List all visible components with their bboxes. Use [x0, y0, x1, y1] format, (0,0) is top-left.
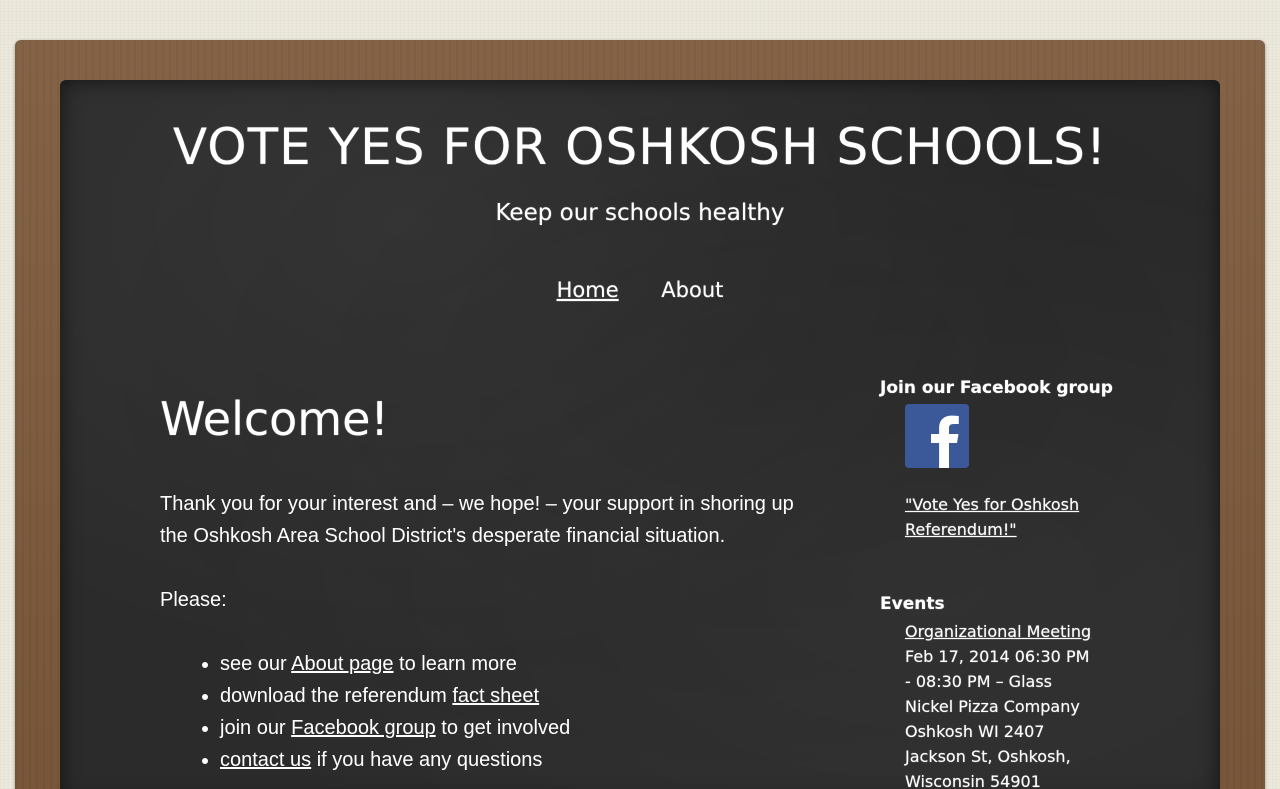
contact-us-link[interactable]: contact us [220, 749, 311, 771]
event-item: Organizational Meeting Feb 17, 2014 06:3… [905, 619, 1100, 789]
facebook-group-sidebar-link[interactable]: "Vote Yes for Oshkosh Referendum!" [905, 492, 1105, 542]
list-item: download the referendum fact sheet [220, 680, 800, 712]
fact-sheet-link[interactable]: fact sheet [452, 685, 539, 707]
site-tagline: Keep our schools healthy [495, 200, 785, 226]
action-list: see our About page to learn more downloa… [160, 648, 800, 776]
main-nav: Home About [60, 278, 1220, 302]
about-page-link[interactable]: About page [291, 653, 393, 675]
facebook-logo-svg [905, 404, 969, 468]
event-details: Feb 17, 2014 06:30 PM - 08:30 PM – Glass… [905, 647, 1090, 789]
facebook-icon[interactable] [905, 404, 969, 468]
facebook-widget-title: Join our Facebook group [880, 378, 1113, 398]
nav-about-link[interactable]: About [661, 278, 723, 302]
event-link[interactable]: Organizational Meeting [905, 619, 1100, 644]
please-label: Please: [160, 589, 227, 611]
chalkboard: VOTE YES FOR OSHKOSH SCHOOLS! Keep our s… [60, 80, 1220, 789]
sidebar: Join our Facebook group "Vote Yes for Os… [880, 378, 1120, 789]
list-item: contact us if you have any questions [220, 744, 800, 776]
intro-paragraph: Thank you for your interest and – we hop… [160, 493, 794, 547]
events-widget-title: Events [880, 594, 945, 614]
list-item: join our Facebook group to get involved [220, 712, 800, 744]
facebook-group-link[interactable]: Facebook group [291, 717, 436, 739]
nav-home-link[interactable]: Home [557, 278, 619, 302]
list-item: see our About page to learn more [220, 648, 800, 680]
page-heading: Welcome! [160, 392, 389, 446]
main-content: Thank you for your interest and – we hop… [160, 488, 800, 776]
site-title[interactable]: VOTE YES FOR OSHKOSH SCHOOLS! [60, 118, 1220, 176]
